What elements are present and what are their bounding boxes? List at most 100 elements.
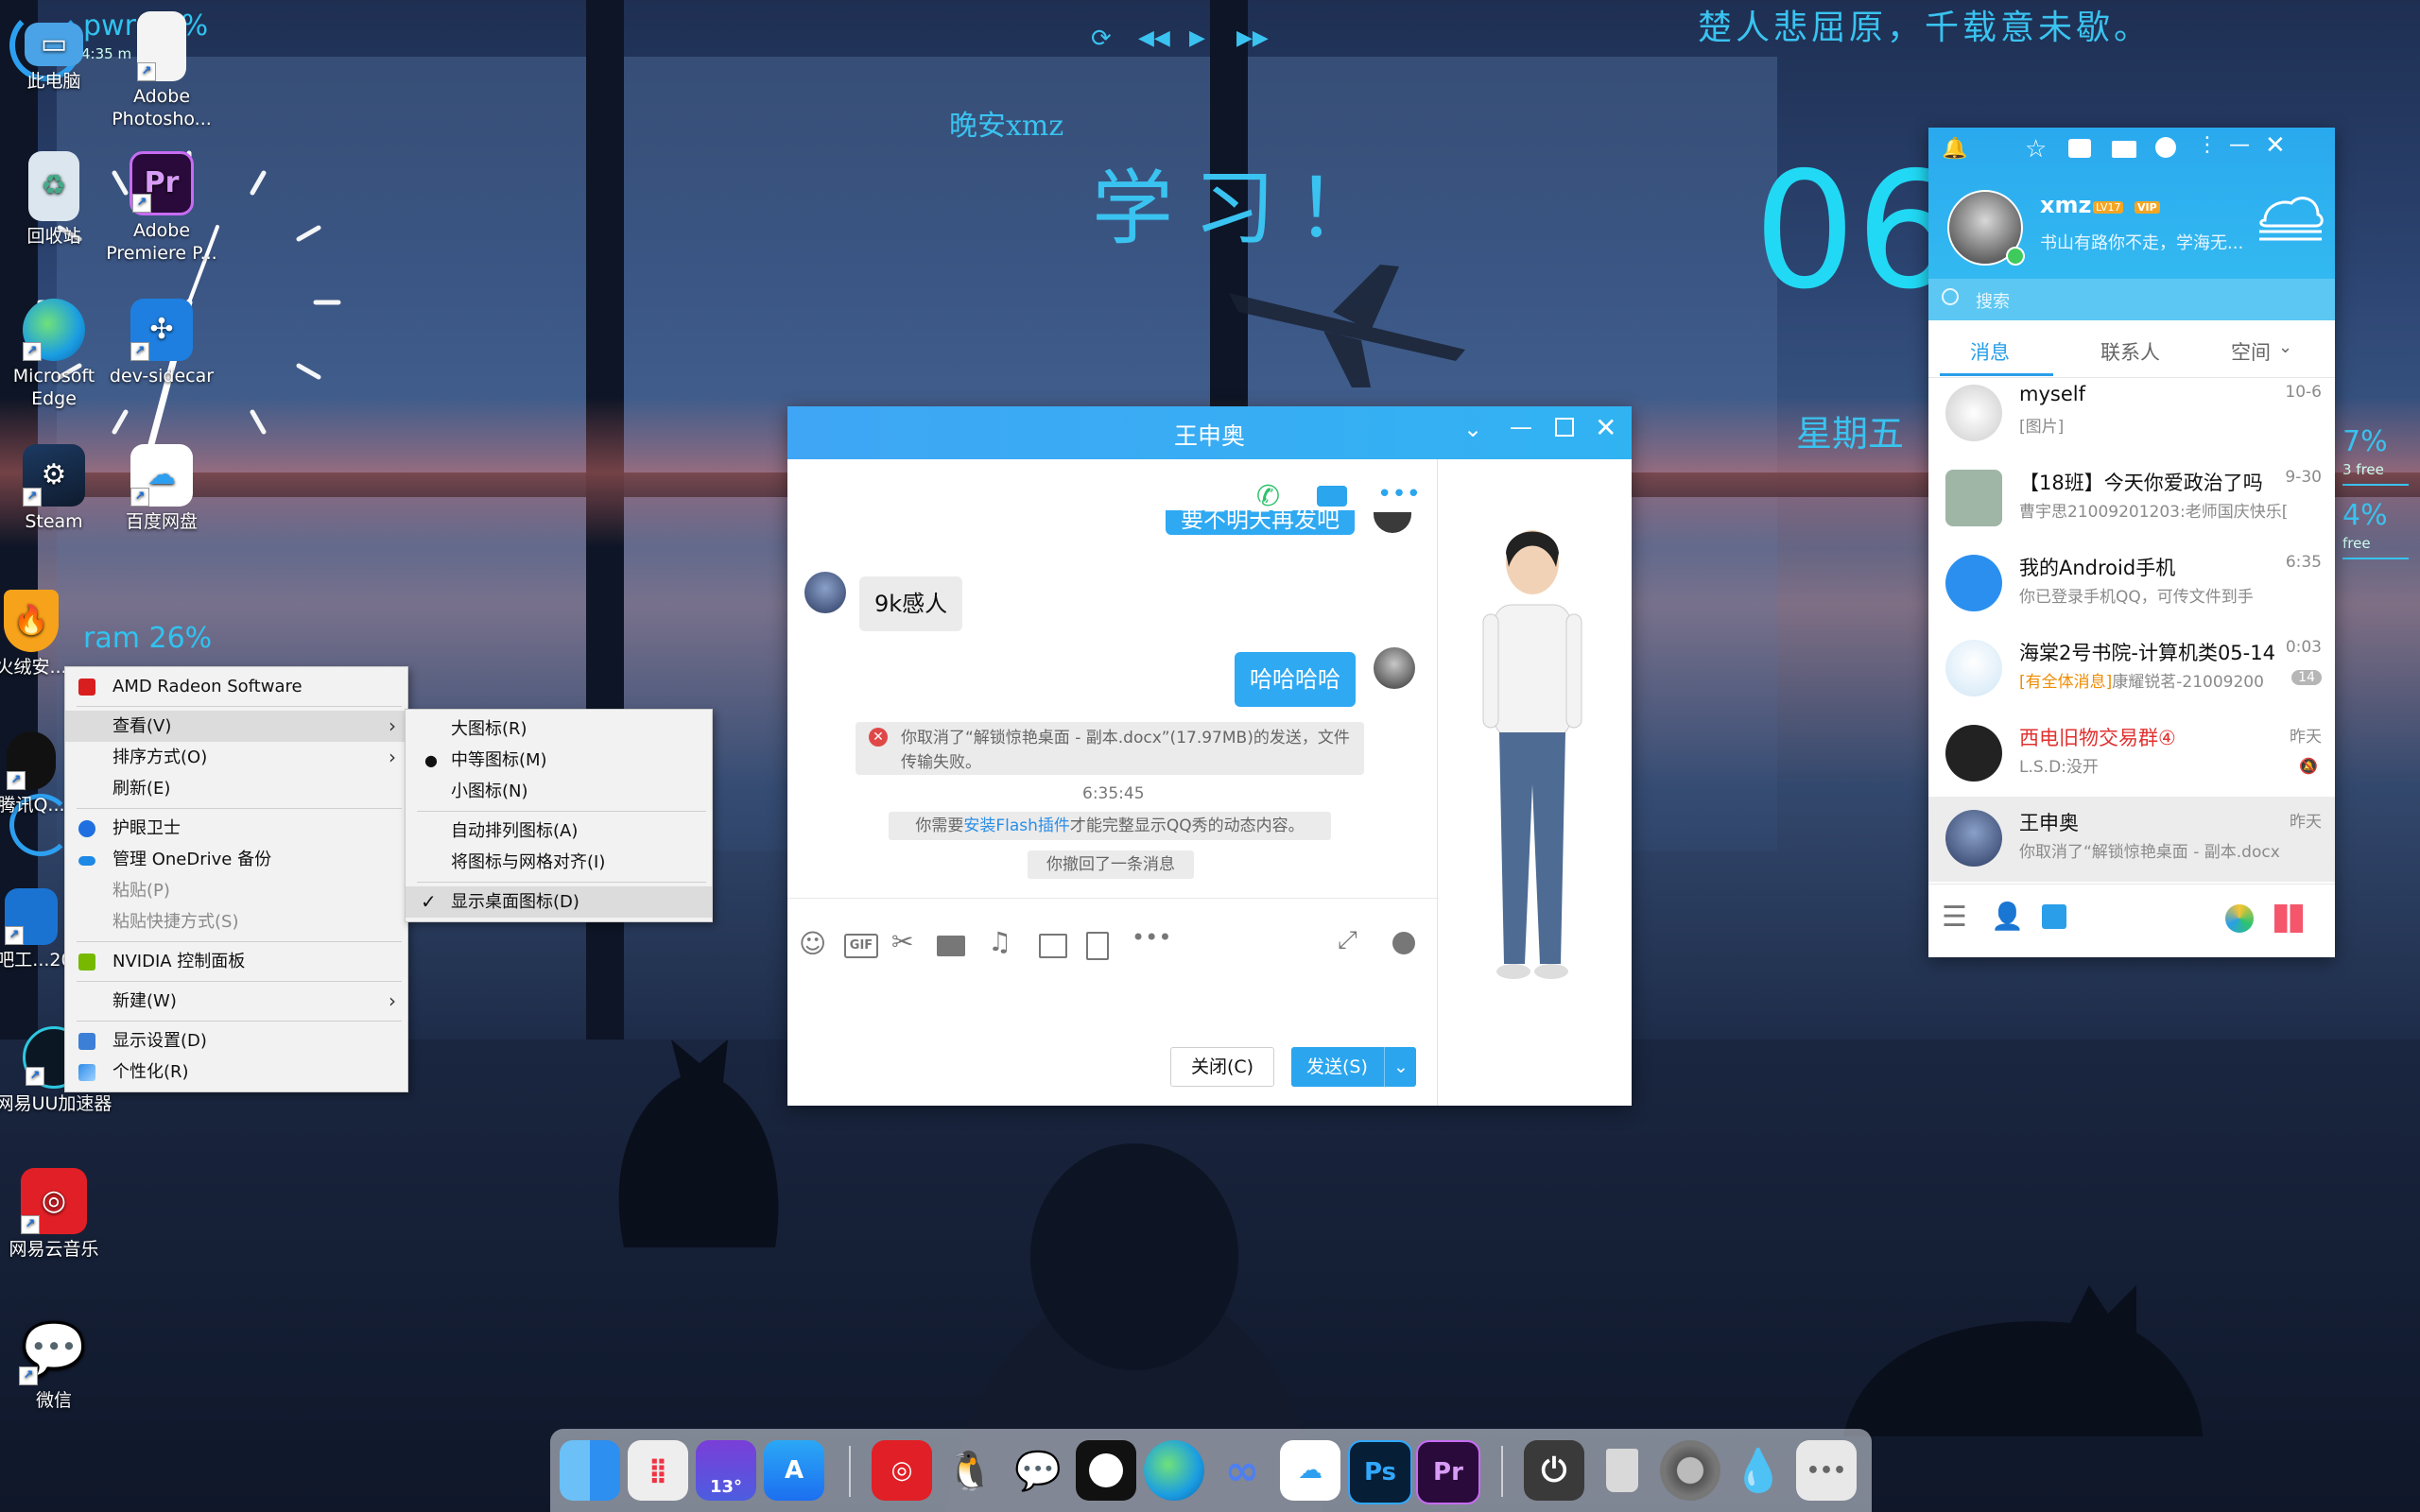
premiere-dock-icon[interactable]: Pr	[1416, 1440, 1480, 1504]
message-bubble-incoming[interactable]: 9k感人	[859, 576, 963, 631]
minimize-icon[interactable]: —	[1510, 414, 1532, 440]
kebab-menu-icon[interactable]: ⋮	[2197, 133, 2218, 157]
settings-icon[interactable]	[1660, 1440, 1720, 1501]
menu-item-nvidia-control-panel[interactable]: NVIDIA 控制面板	[65, 946, 407, 977]
submenu-item-small-icons[interactable]: 小图标(N)	[406, 776, 712, 807]
menu-item-refresh[interactable]: 刷新(E)	[65, 773, 407, 804]
chat-title-bar[interactable]: 王申奥 ⌄ — ✕	[787, 406, 1632, 459]
submenu-item-large-icons[interactable]: 大图标(R)	[406, 713, 712, 745]
weather-cloud-icon[interactable]	[2256, 190, 2325, 243]
add-contact-icon[interactable]: 👤	[1991, 901, 2024, 932]
star-icon[interactable]: ☆	[2025, 135, 2047, 163]
conversation-item[interactable]: 我的Android手机 你已登录手机QQ，可传文件到手 6:35	[1928, 541, 2335, 627]
previous-track-icon[interactable]: ◀◀	[1138, 26, 1170, 50]
menu-item-personalize[interactable]: 个性化(R)	[65, 1057, 407, 1088]
gif-icon[interactable]: GIF	[844, 934, 878, 958]
menu-item-new[interactable]: 新建(W) ›	[65, 986, 407, 1017]
desktop-icon-wechat[interactable]: 💬 ↗ 微信	[0, 1315, 115, 1412]
desktop-icon-baidu-netdisk[interactable]: ☁ ↗ 百度网盘	[100, 444, 223, 533]
desktop-icon-huorong[interactable]: 🔥 火绒安...	[0, 590, 93, 679]
mail-icon[interactable]	[2112, 141, 2136, 158]
more-tools-icon[interactable]: •••	[1132, 924, 1171, 951]
signature[interactable]: 书山有路你不走，学海无...	[2040, 230, 2243, 254]
install-flash-link[interactable]: 安装Flash插件	[963, 816, 1070, 835]
netease-music-dock-icon[interactable]: ◎	[872, 1440, 932, 1501]
image-icon[interactable]	[1039, 934, 1067, 958]
more-options-icon[interactable]: •••	[1377, 480, 1421, 508]
send-button[interactable]: 发送(S) ⌄	[1291, 1047, 1416, 1087]
conversation-item-selected[interactable]: 王申奥 你取消了“解锁惊艳桌面 - 副本.docx 昨天	[1928, 797, 2335, 882]
message-bubble-outgoing[interactable]: 哈哈哈哈	[1235, 652, 1356, 707]
launchpad-icon[interactable]: ⣿	[628, 1440, 688, 1501]
loop-icon[interactable]: ⟳	[1091, 25, 1112, 53]
submenu-item-medium-icons[interactable]: ● 中等图标(M)	[406, 745, 712, 776]
file-transfer-icon[interactable]	[2042, 904, 2066, 929]
send-options-chevron-icon[interactable]: ⌄	[1384, 1047, 1417, 1087]
scissors-icon[interactable]: ✂	[891, 926, 913, 957]
menu-item-paste[interactable]: 粘贴(P)	[65, 875, 407, 906]
menu-item-amd-radeon[interactable]: AMD Radeon Software	[65, 671, 407, 702]
search-bar[interactable]: 搜索	[1928, 279, 2335, 320]
menu-item-sort-by[interactable]: 排序方式(O) ›	[65, 742, 407, 773]
water-drop-icon[interactable]: 💧	[1728, 1440, 1789, 1501]
more-apps-icon[interactable]: •••	[1796, 1440, 1857, 1501]
voice-call-icon[interactable]: ✆	[1256, 480, 1280, 513]
conversation-item[interactable]: 海棠2号书院-计算机类05-14 [有全体消息]康耀锐茗-21009200 0:…	[1928, 627, 2335, 712]
close-icon[interactable]: ✕	[1595, 412, 1616, 443]
menu-item-onedrive-backup[interactable]: 管理 OneDrive 备份	[65, 844, 407, 875]
submenu-item-auto-arrange[interactable]: 自动排列图标(A)	[406, 816, 712, 847]
conversation-item[interactable]: 【18班】今天你爱政治了吗 曹宇思21009201203:老师国庆快乐[ 9-3…	[1928, 456, 2335, 541]
submenu-item-align-to-grid[interactable]: 将图标与网格对齐(I)	[406, 847, 712, 878]
desktop-icon-netease-music[interactable]: ◎ ↗ 网易云音乐	[0, 1168, 115, 1261]
close-icon[interactable]: ✕	[2265, 131, 2286, 160]
emoji-icon[interactable]: ☺	[799, 928, 826, 959]
app-store-icon[interactable]: A	[764, 1440, 824, 1501]
conversation-item[interactable]: myself [图片] 10-6	[1928, 371, 2335, 456]
bell-icon[interactable]: 🔔	[1942, 137, 1967, 161]
power-icon[interactable]: ⏻	[1524, 1440, 1584, 1501]
finder-icon[interactable]	[560, 1440, 620, 1501]
wechat-dock-icon[interactable]: 💬	[1008, 1440, 1068, 1501]
close-button[interactable]: 关闭(C)	[1170, 1047, 1274, 1087]
qq-app-icon[interactable]	[2225, 904, 2254, 933]
menu-item-display-settings[interactable]: 显示设置(D)	[65, 1025, 407, 1057]
next-track-icon[interactable]: ▶▶	[1236, 26, 1269, 50]
circle-app-icon[interactable]	[1076, 1440, 1136, 1501]
history-clock-icon[interactable]	[1392, 932, 1415, 954]
conversation-item[interactable]: 西电旧物交易群④ L.S.D:没开 昨天 🔕	[1928, 712, 2335, 797]
desktop-icon-this-pc[interactable]: ▭ 此电脑	[0, 11, 115, 93]
edge-dock-icon[interactable]	[1144, 1440, 1204, 1501]
folder-icon[interactable]	[937, 936, 965, 956]
menu-item-view[interactable]: 查看(V) ›	[65, 711, 407, 742]
maximize-icon[interactable]	[1555, 418, 1574, 437]
music-icon[interactable]: ♫	[988, 926, 1011, 957]
submenu-item-show-desktop-icons[interactable]: ✓ 显示桌面图标(D)	[406, 886, 712, 918]
photoshop-dock-icon[interactable]: Ps	[1348, 1440, 1412, 1504]
weather-icon[interactable]: 13°	[696, 1440, 756, 1501]
message-bubble-outgoing[interactable]: 要不明天再发吧	[1166, 510, 1355, 535]
minimize-icon[interactable]: —	[2229, 133, 2250, 157]
qq-dock-icon[interactable]: 🐧	[940, 1440, 1000, 1501]
tab-messages[interactable]: 消息	[1970, 337, 2010, 366]
video-call-icon[interactable]	[1317, 486, 1347, 507]
trash-icon[interactable]	[1592, 1440, 1652, 1501]
expand-icon[interactable]: ⤢	[1338, 926, 1357, 955]
tab-qzone[interactable]: 空间	[2231, 337, 2271, 366]
baidu-netdisk-dock-icon[interactable]: ☁	[1280, 1440, 1340, 1501]
desktop-icon-edge[interactable]: ↗ Microsoft Edge	[0, 299, 115, 410]
tab-contacts[interactable]: 联系人	[2100, 337, 2160, 366]
screen-share-icon[interactable]	[1086, 932, 1109, 960]
desktop-icon-photoshop[interactable]: ↗ Adobe Photosho...	[100, 11, 223, 130]
desktop-icon-dev-sidecar[interactable]: ✣ ↗ dev-sidecar	[100, 299, 223, 387]
qq-game-icon[interactable]	[2155, 137, 2176, 158]
menu-item-paste-shortcut[interactable]: 粘贴快捷方式(S)	[65, 906, 407, 937]
app-grid-icon[interactable]	[2274, 904, 2303, 933]
desktop-icon-steam[interactable]: ⚙ ↗ Steam	[0, 444, 115, 533]
chevron-down-icon[interactable]: ⌄	[1463, 416, 1482, 442]
desktop-icon-recycle-bin[interactable]: ♻ 回收站	[0, 151, 115, 248]
desktop-icon-premiere[interactable]: Pr ↗ Adobe Premiere P...	[100, 151, 223, 265]
main-menu-icon[interactable]: ☰	[1942, 901, 1967, 934]
infinity-app-icon[interactable]: ∞	[1212, 1440, 1272, 1501]
chevron-down-icon[interactable]: ⌄	[2278, 337, 2292, 357]
play-icon[interactable]: ▶	[1189, 26, 1205, 50]
